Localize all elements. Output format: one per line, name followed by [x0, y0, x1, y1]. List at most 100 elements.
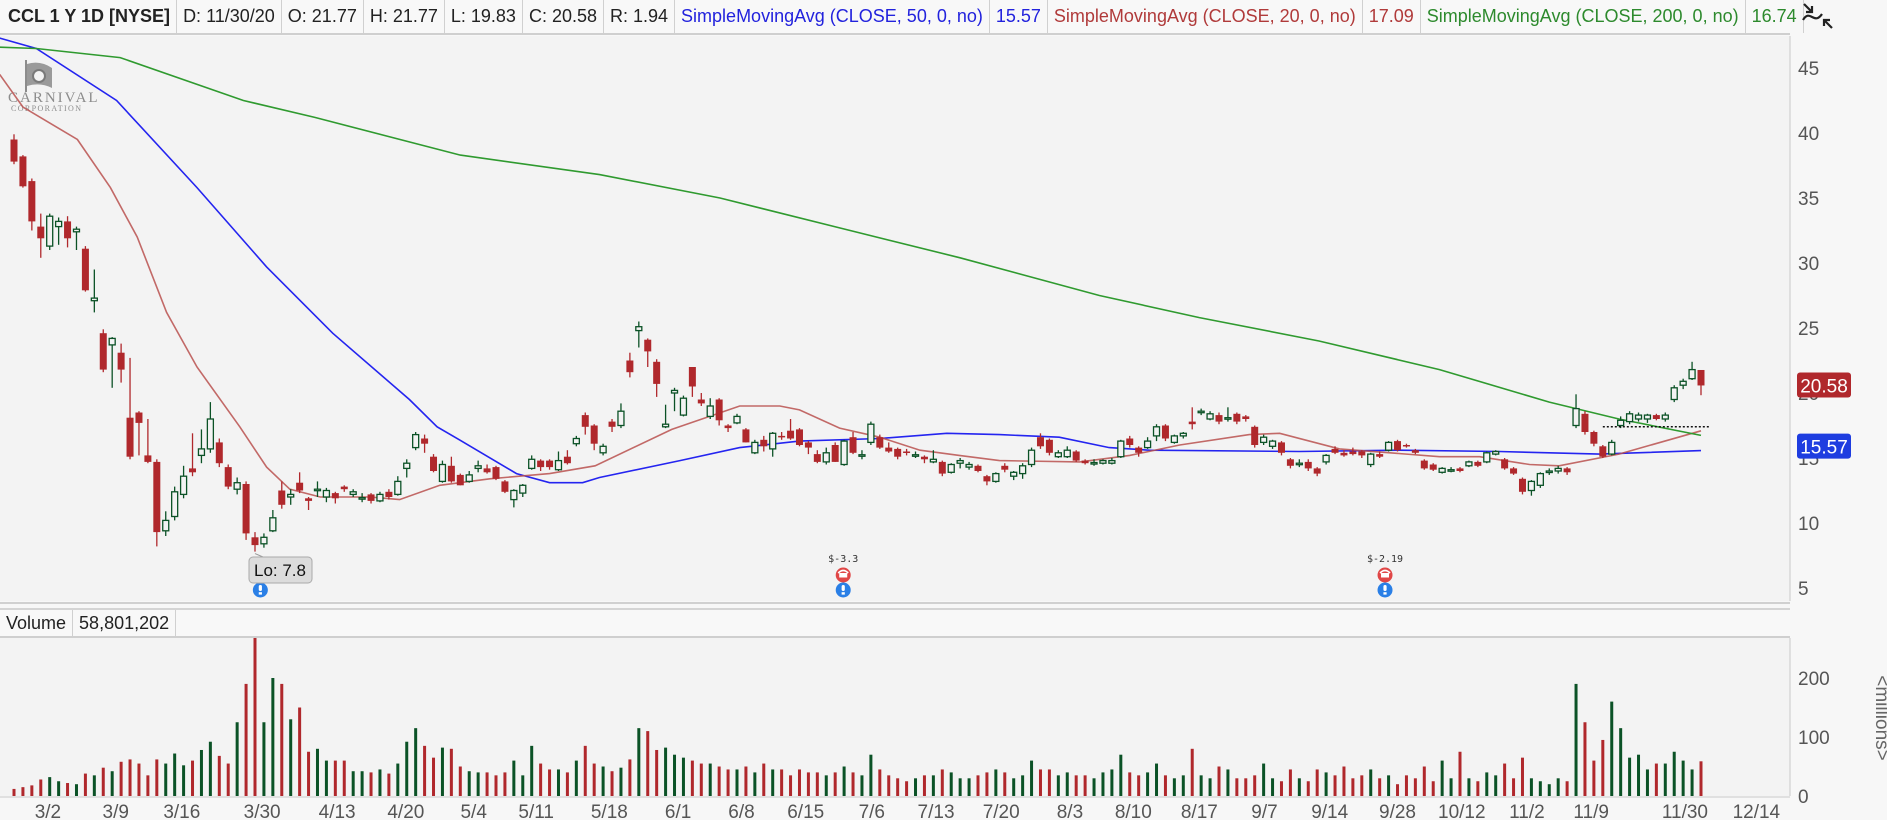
volume-bar [851, 772, 855, 796]
symbol-label[interactable]: CCL 1 Y 1D [NYSE] [0, 0, 178, 33]
candle-body [688, 367, 696, 387]
price-pane[interactable] [0, 36, 1790, 601]
info-icon-glyph [1383, 592, 1387, 595]
candle-body [965, 463, 973, 468]
event-marker[interactable] [252, 582, 268, 598]
volume-bar [717, 766, 721, 796]
candle-body [715, 399, 723, 421]
volume-bar [307, 751, 311, 796]
candle-body [376, 493, 384, 502]
candle-body [849, 437, 857, 453]
volume-bar [467, 771, 471, 796]
candle-body [706, 405, 714, 418]
volume-bar [351, 771, 355, 796]
candle-body [501, 481, 509, 492]
volume-bar [1601, 739, 1605, 796]
sma200-legend[interactable]: SimpleMovingAvg (CLOSE, 200, 0, no) [1421, 0, 1746, 33]
candle [1438, 467, 1446, 474]
volume-bar [574, 760, 578, 796]
candle-body [1572, 407, 1580, 427]
date-tick-label: 7/6 [859, 802, 885, 820]
candle-body [1661, 414, 1669, 420]
volume-bar [664, 747, 668, 796]
candle-body [19, 156, 27, 187]
candle-body [278, 490, 286, 505]
volume-bar [1306, 781, 1310, 796]
volume-bar [503, 772, 507, 796]
volume-label[interactable]: Volume [0, 610, 74, 636]
candle-body [1099, 459, 1107, 464]
candle-body [938, 461, 946, 474]
candle-body [1304, 461, 1312, 469]
candle [1483, 451, 1491, 464]
date-tick-label: 9/28 [1379, 802, 1416, 820]
date-tick-label: 12/14 [1733, 802, 1781, 820]
volume-bar [619, 767, 623, 796]
volume-bar [744, 766, 748, 796]
candle-body [1135, 447, 1143, 453]
sma50-legend[interactable]: SimpleMovingAvg (CLOSE, 50, 0, no) [675, 0, 990, 33]
volume-bar [208, 741, 212, 796]
volume-bar [1128, 772, 1132, 796]
date-tick-label: 7/20 [983, 802, 1020, 820]
sma20-legend[interactable]: SimpleMovingAvg (CLOSE, 20, 0, no) [1048, 0, 1363, 33]
volume-bar [298, 707, 302, 796]
candle-body [1643, 414, 1652, 420]
volume-bar [137, 763, 141, 796]
candle-body [233, 482, 241, 490]
volume-bar [690, 760, 694, 796]
volume-bar [1146, 772, 1150, 796]
candle-body [1510, 468, 1518, 474]
candle-body [1331, 448, 1339, 453]
volume-bar [1512, 778, 1516, 796]
candle-body [1224, 417, 1232, 420]
volume-bar [66, 783, 70, 796]
volume-bar [92, 775, 96, 796]
candle-body [1072, 451, 1080, 461]
candle-body [617, 410, 625, 427]
candle-body [492, 467, 500, 479]
volume-bar [1404, 775, 1408, 796]
candle-body [1447, 469, 1455, 472]
volume-bar [1378, 778, 1382, 796]
candle-body [760, 439, 768, 447]
volume-bar [646, 731, 650, 796]
volume-bar [860, 775, 864, 796]
candle-body [90, 297, 98, 302]
candle-body [929, 458, 938, 463]
volume-bar [1288, 769, 1292, 796]
candle-body [804, 442, 812, 448]
candle-body [822, 452, 830, 463]
date-tick-label: 6/15 [787, 802, 824, 820]
candle-body [1438, 467, 1446, 473]
candle-body [911, 454, 920, 457]
volume-bar [226, 763, 230, 796]
volume-bar [48, 777, 52, 796]
candle-body [1010, 471, 1018, 477]
candle [1099, 459, 1107, 465]
candle-body [661, 423, 670, 428]
volume-bar [1324, 772, 1328, 796]
volume-bar [199, 749, 203, 796]
earnings-icon-glyph [1381, 573, 1390, 578]
candle-body [1394, 441, 1402, 451]
candle-body [1277, 442, 1285, 453]
candle-body [1233, 413, 1241, 422]
candle-body [305, 498, 313, 501]
volume-bar [699, 763, 703, 796]
compress-arrows-icon[interactable] [1800, 2, 1836, 30]
stock-chart[interactable]: CARNIVAL CORPORATION $-3.3 $-2.19Lo: 7.8 … [0, 0, 1887, 820]
candle-body [385, 491, 393, 497]
candle-body [537, 460, 545, 468]
date-tick-label: 3/16 [163, 802, 200, 820]
candle-body [1590, 432, 1598, 444]
volume-bar [1467, 778, 1471, 796]
volume-bar [110, 771, 114, 796]
volume-bar [583, 745, 587, 796]
price-tick-label: 45 [1798, 59, 1819, 80]
info-icon-glyph [841, 585, 845, 591]
candle-body [563, 456, 571, 464]
volume-bar [708, 763, 712, 796]
candle-body [1206, 413, 1214, 420]
volume-bar [726, 769, 730, 796]
